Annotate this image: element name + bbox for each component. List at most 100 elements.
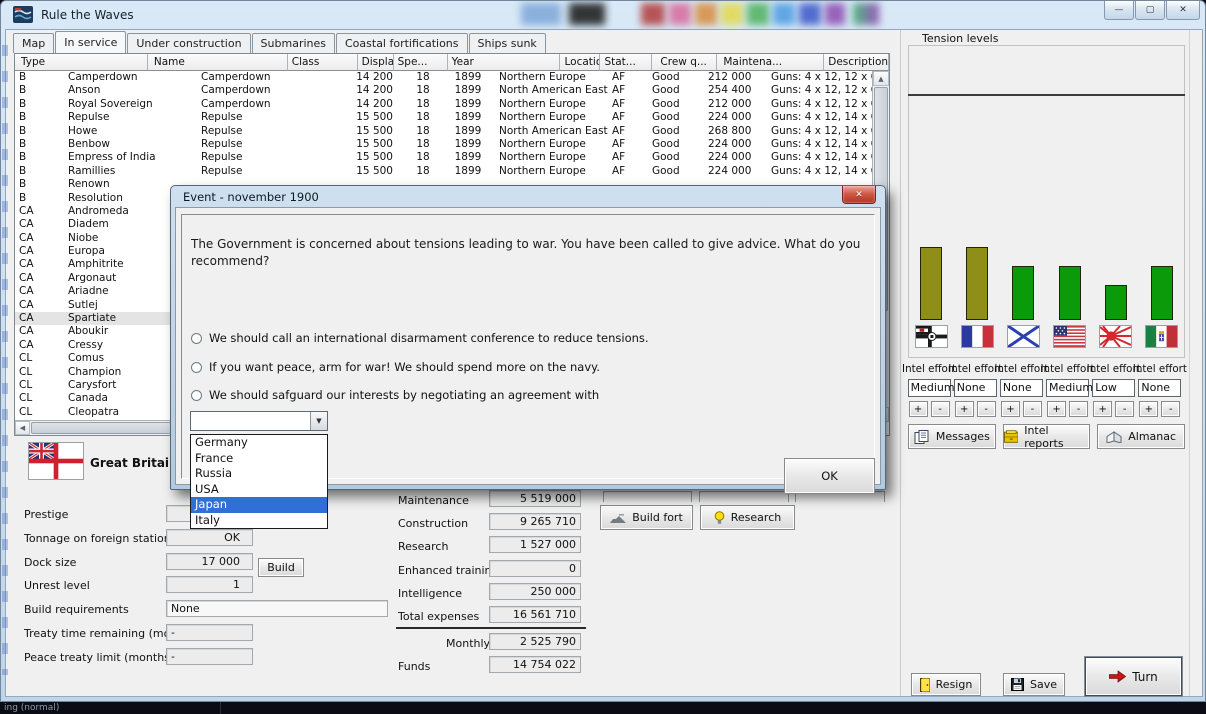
research-button[interactable]: Research (700, 505, 795, 530)
field-value: None (166, 600, 388, 617)
dropdown-option[interactable]: USA (191, 482, 327, 498)
titlebar-blur-decoration (773, 3, 795, 25)
dropdown-option[interactable]: Germany (191, 435, 327, 451)
ship-row[interactable]: B Ramillies Repulse 15 500 18 1899 North… (15, 165, 889, 178)
chevron-down-icon[interactable]: ▼ (310, 412, 327, 430)
build-fort-button[interactable]: Build fort (600, 505, 693, 530)
radio-icon[interactable] (191, 333, 202, 344)
column-header[interactable]: Location (560, 54, 600, 71)
country-combobox[interactable]: ▼ (190, 411, 328, 431)
intel-increase-button[interactable]: + (1139, 401, 1158, 417)
ship-status: AF (608, 138, 648, 151)
column-header[interactable]: Type (15, 54, 148, 71)
minimize-button[interactable]: — (1104, 1, 1134, 20)
ship-class: Repulse (195, 125, 335, 138)
column-header[interactable]: Displacement (358, 54, 394, 71)
option-disarmament[interactable]: We should call an international disarmam… (191, 331, 649, 345)
tab[interactable]: Coastal fortifications (336, 33, 468, 53)
ship-row[interactable]: B Repulse Repulse 15 500 18 1899 Norther… (15, 111, 889, 124)
ship-row[interactable]: B Camperdown Camperdown 14 200 18 1899 N… (15, 71, 889, 84)
field-value: 17 000 (166, 553, 253, 570)
intel-decrease-button[interactable]: - (1115, 401, 1134, 417)
ship-class: Camperdown (195, 84, 335, 97)
option-spend-more[interactable]: If you want peace, arm for war! We shoul… (191, 360, 600, 374)
ship-row[interactable]: B Empress of India Repulse 15 500 18 189… (15, 151, 889, 164)
column-header[interactable]: Class (288, 54, 358, 71)
close-button[interactable]: ✕ (1166, 1, 1200, 20)
radio-icon[interactable] (191, 390, 202, 401)
ship-status: AF (608, 125, 648, 138)
column-header[interactable]: Description (824, 54, 889, 71)
dropdown-option[interactable]: France (191, 451, 327, 467)
ship-class: Repulse (195, 138, 335, 151)
intel-increase-button[interactable]: + (1047, 401, 1066, 417)
ship-year: 1899 (441, 138, 495, 151)
intel-decrease-button[interactable]: - (1069, 401, 1088, 417)
intel-effort-label: Intel effort (998, 363, 1044, 375)
tension-bar (1012, 266, 1034, 320)
nation-field: Dock size 17 000 (24, 553, 394, 577)
save-button[interactable]: Save (1003, 673, 1065, 696)
scroll-up-icon[interactable]: ▲ (873, 71, 889, 86)
ship-row[interactable]: B Howe Repulse 15 500 18 1899 North Amer… (15, 125, 889, 138)
scroll-left-icon[interactable]: ◀ (15, 421, 30, 435)
tab[interactable]: Submarines (252, 33, 335, 53)
build-dock-button[interactable]: Build (258, 558, 304, 577)
column-header[interactable]: Spe... (394, 54, 448, 71)
intel-decrease-button[interactable]: - (1023, 401, 1042, 417)
ship-speed: 18 (405, 125, 441, 138)
intel-decrease-button[interactable]: - (931, 401, 950, 417)
ship-type: CA (15, 312, 62, 325)
intel-increase-button[interactable]: + (909, 401, 928, 417)
intel-increase-button[interactable]: + (1001, 401, 1020, 417)
ship-status: AF (608, 111, 648, 124)
column-header[interactable]: Name (148, 54, 288, 71)
left-border-decoration (2, 45, 8, 675)
maximize-button[interactable]: ▢ (1135, 1, 1165, 20)
ship-type: CA (15, 245, 62, 258)
titlebar[interactable]: Rule the Waves — ▢ ✕ (1, 1, 1205, 29)
intel-decrease-button[interactable]: - (977, 401, 996, 417)
ship-speed: 18 (405, 84, 441, 97)
intel-effort-value: None (1138, 379, 1181, 397)
column-header[interactable]: Maintena... (717, 54, 824, 71)
tab[interactable]: In service (55, 31, 126, 53)
ok-button[interactable]: OK (784, 458, 875, 494)
tab[interactable]: Ships sunk (469, 33, 546, 53)
column-header[interactable]: Year (448, 54, 561, 71)
almanac-button[interactable]: Almanac (1097, 424, 1185, 449)
tab[interactable]: Map (13, 33, 54, 53)
ship-status: AF (608, 98, 648, 111)
ship-type: CA (15, 299, 62, 312)
tension-bar-column (1000, 243, 1046, 320)
ship-row[interactable]: B Benbow Repulse 15 500 18 1899 Northern… (15, 138, 889, 151)
dropdown-option[interactable]: Russia (191, 466, 327, 482)
tab[interactable]: Under construction (127, 33, 250, 53)
intel-effort-column: None (1137, 379, 1183, 397)
dropdown-option[interactable]: Italy (191, 513, 327, 529)
column-header[interactable]: Crew q... (652, 54, 717, 71)
resign-button[interactable]: Resign (911, 673, 981, 696)
turn-arrow-icon (1109, 670, 1126, 683)
turn-button[interactable]: Turn (1085, 657, 1182, 696)
ship-name: Repulse (62, 111, 195, 124)
ship-year: 1899 (441, 165, 495, 178)
finance-row: Total expenses 16 561 710 (398, 606, 588, 629)
messages-button[interactable]: Messages (908, 424, 996, 449)
option-negotiate[interactable]: We should safguard our interests by nego… (191, 388, 599, 402)
column-header[interactable]: Stat... (600, 54, 652, 71)
intel-reports-button[interactable]: Intel reports (1003, 424, 1091, 449)
radio-icon[interactable] (191, 362, 202, 373)
intel-effort-column: Low (1091, 379, 1137, 397)
flag-italy-icon (1145, 325, 1178, 348)
dropdown-option[interactable]: Japan (191, 497, 327, 513)
intel-increase-button[interactable]: + (955, 401, 974, 417)
intel-increase-button[interactable]: + (1093, 401, 1112, 417)
tab-label: Submarines (261, 37, 326, 50)
ship-description: Guns: 4 x 12, 12 x 6, 4 T (765, 71, 872, 84)
titlebar-blur-decoration (853, 3, 879, 25)
dialog-close-button[interactable]: ✕ (842, 186, 876, 204)
ship-row[interactable]: B Anson Camperdown 14 200 18 1899 North … (15, 84, 889, 97)
ship-row[interactable]: B Royal Sovereign Camperdown 14 200 18 1… (15, 98, 889, 111)
intel-decrease-button[interactable]: - (1161, 401, 1180, 417)
